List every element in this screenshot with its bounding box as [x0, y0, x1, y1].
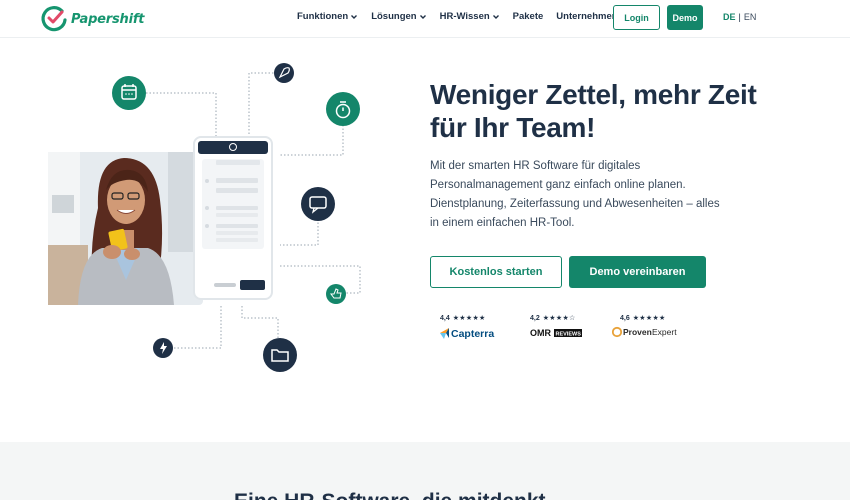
capterra-wordmark: Capterra	[451, 328, 494, 340]
rating-stars: ★★★★★	[632, 315, 666, 322]
svg-text:Proven: Proven	[623, 327, 652, 337]
rating-stars: ★★★★☆	[542, 315, 576, 322]
hero-subtitle: Mit der smarten HR Software für digitale…	[430, 160, 720, 229]
hero-illustration	[48, 63, 361, 372]
language-switcher: DE | EN	[723, 12, 756, 22]
omr-reviews-logo: OMR REVIEWS	[530, 325, 610, 341]
svg-text:Expert: Expert	[652, 327, 677, 337]
rating-proven-expert[interactable]: 4,6 ★★★★★ Proven Expert	[612, 314, 692, 341]
nav-label: Funktionen	[297, 11, 349, 22]
rating-score: 4,4	[440, 314, 450, 322]
chevron-down-icon	[351, 14, 358, 19]
nav-item-pakete[interactable]: Pakete	[513, 11, 544, 22]
site-header: Papershift Funktionen Lösungen HR-Wissen…	[0, 0, 850, 38]
nav-item-funktionen[interactable]: Funktionen	[297, 11, 358, 22]
next-section: Eine HR-Software, die mitdenkt	[0, 442, 850, 500]
lang-separator: |	[738, 12, 741, 22]
phone-mockup	[193, 136, 273, 300]
nav-label: Unternehmen	[556, 11, 618, 22]
logo-wordmark: Papershift	[71, 11, 145, 27]
hero-title: Weniger Zettel, mehr Zeit für Ihr Team!	[430, 79, 757, 143]
nav-item-hr-wissen[interactable]: HR-Wissen	[440, 11, 500, 22]
chat-icon	[301, 187, 335, 221]
proven-expert-logo: Proven Expert	[612, 325, 692, 341]
login-button[interactable]: Login	[613, 5, 660, 30]
nav-label: Lösungen	[371, 11, 417, 22]
lang-de-link[interactable]: DE	[723, 12, 736, 22]
lang-en-link[interactable]: EN	[744, 12, 757, 22]
logo-check-icon	[41, 6, 67, 32]
photo-woman-with-phone	[48, 152, 203, 305]
nav-label: Pakete	[512, 11, 544, 22]
thumbs-up-icon	[326, 284, 346, 304]
svg-text:REVIEWS: REVIEWS	[556, 332, 582, 338]
main-nav: Funktionen Lösungen HR-Wissen Pakete Unt…	[297, 11, 641, 22]
rating-score: 4,2	[530, 314, 540, 322]
rocket-icon	[274, 63, 294, 83]
rating-stars: ★★★★★	[452, 315, 486, 322]
book-demo-button[interactable]: Demo vereinbaren	[569, 256, 706, 288]
capterra-logo: Capterra	[440, 325, 520, 341]
next-section-title: Eine HR-Software, die mitdenkt	[234, 490, 546, 500]
rating-score: 4,6	[620, 314, 630, 322]
start-free-button[interactable]: Kostenlos starten	[430, 256, 562, 288]
papershift-logo[interactable]: Papershift	[40, 5, 145, 33]
nav-item-loesungen[interactable]: Lösungen	[371, 11, 426, 22]
nav-label: HR-Wissen	[439, 11, 490, 22]
rating-capterra[interactable]: 4,4 ★★★★★ Capterra	[440, 314, 520, 341]
svg-text:OMR: OMR	[530, 328, 551, 338]
lightning-icon	[153, 338, 173, 358]
rating-omr[interactable]: 4,2 ★★★★☆ OMR REVIEWS	[530, 314, 610, 341]
calendar-icon	[112, 76, 146, 110]
stopwatch-icon	[326, 92, 360, 126]
chevron-down-icon	[492, 14, 499, 19]
demo-button[interactable]: Demo	[667, 5, 703, 30]
folder-icon	[263, 338, 297, 372]
chevron-down-icon	[419, 14, 426, 19]
